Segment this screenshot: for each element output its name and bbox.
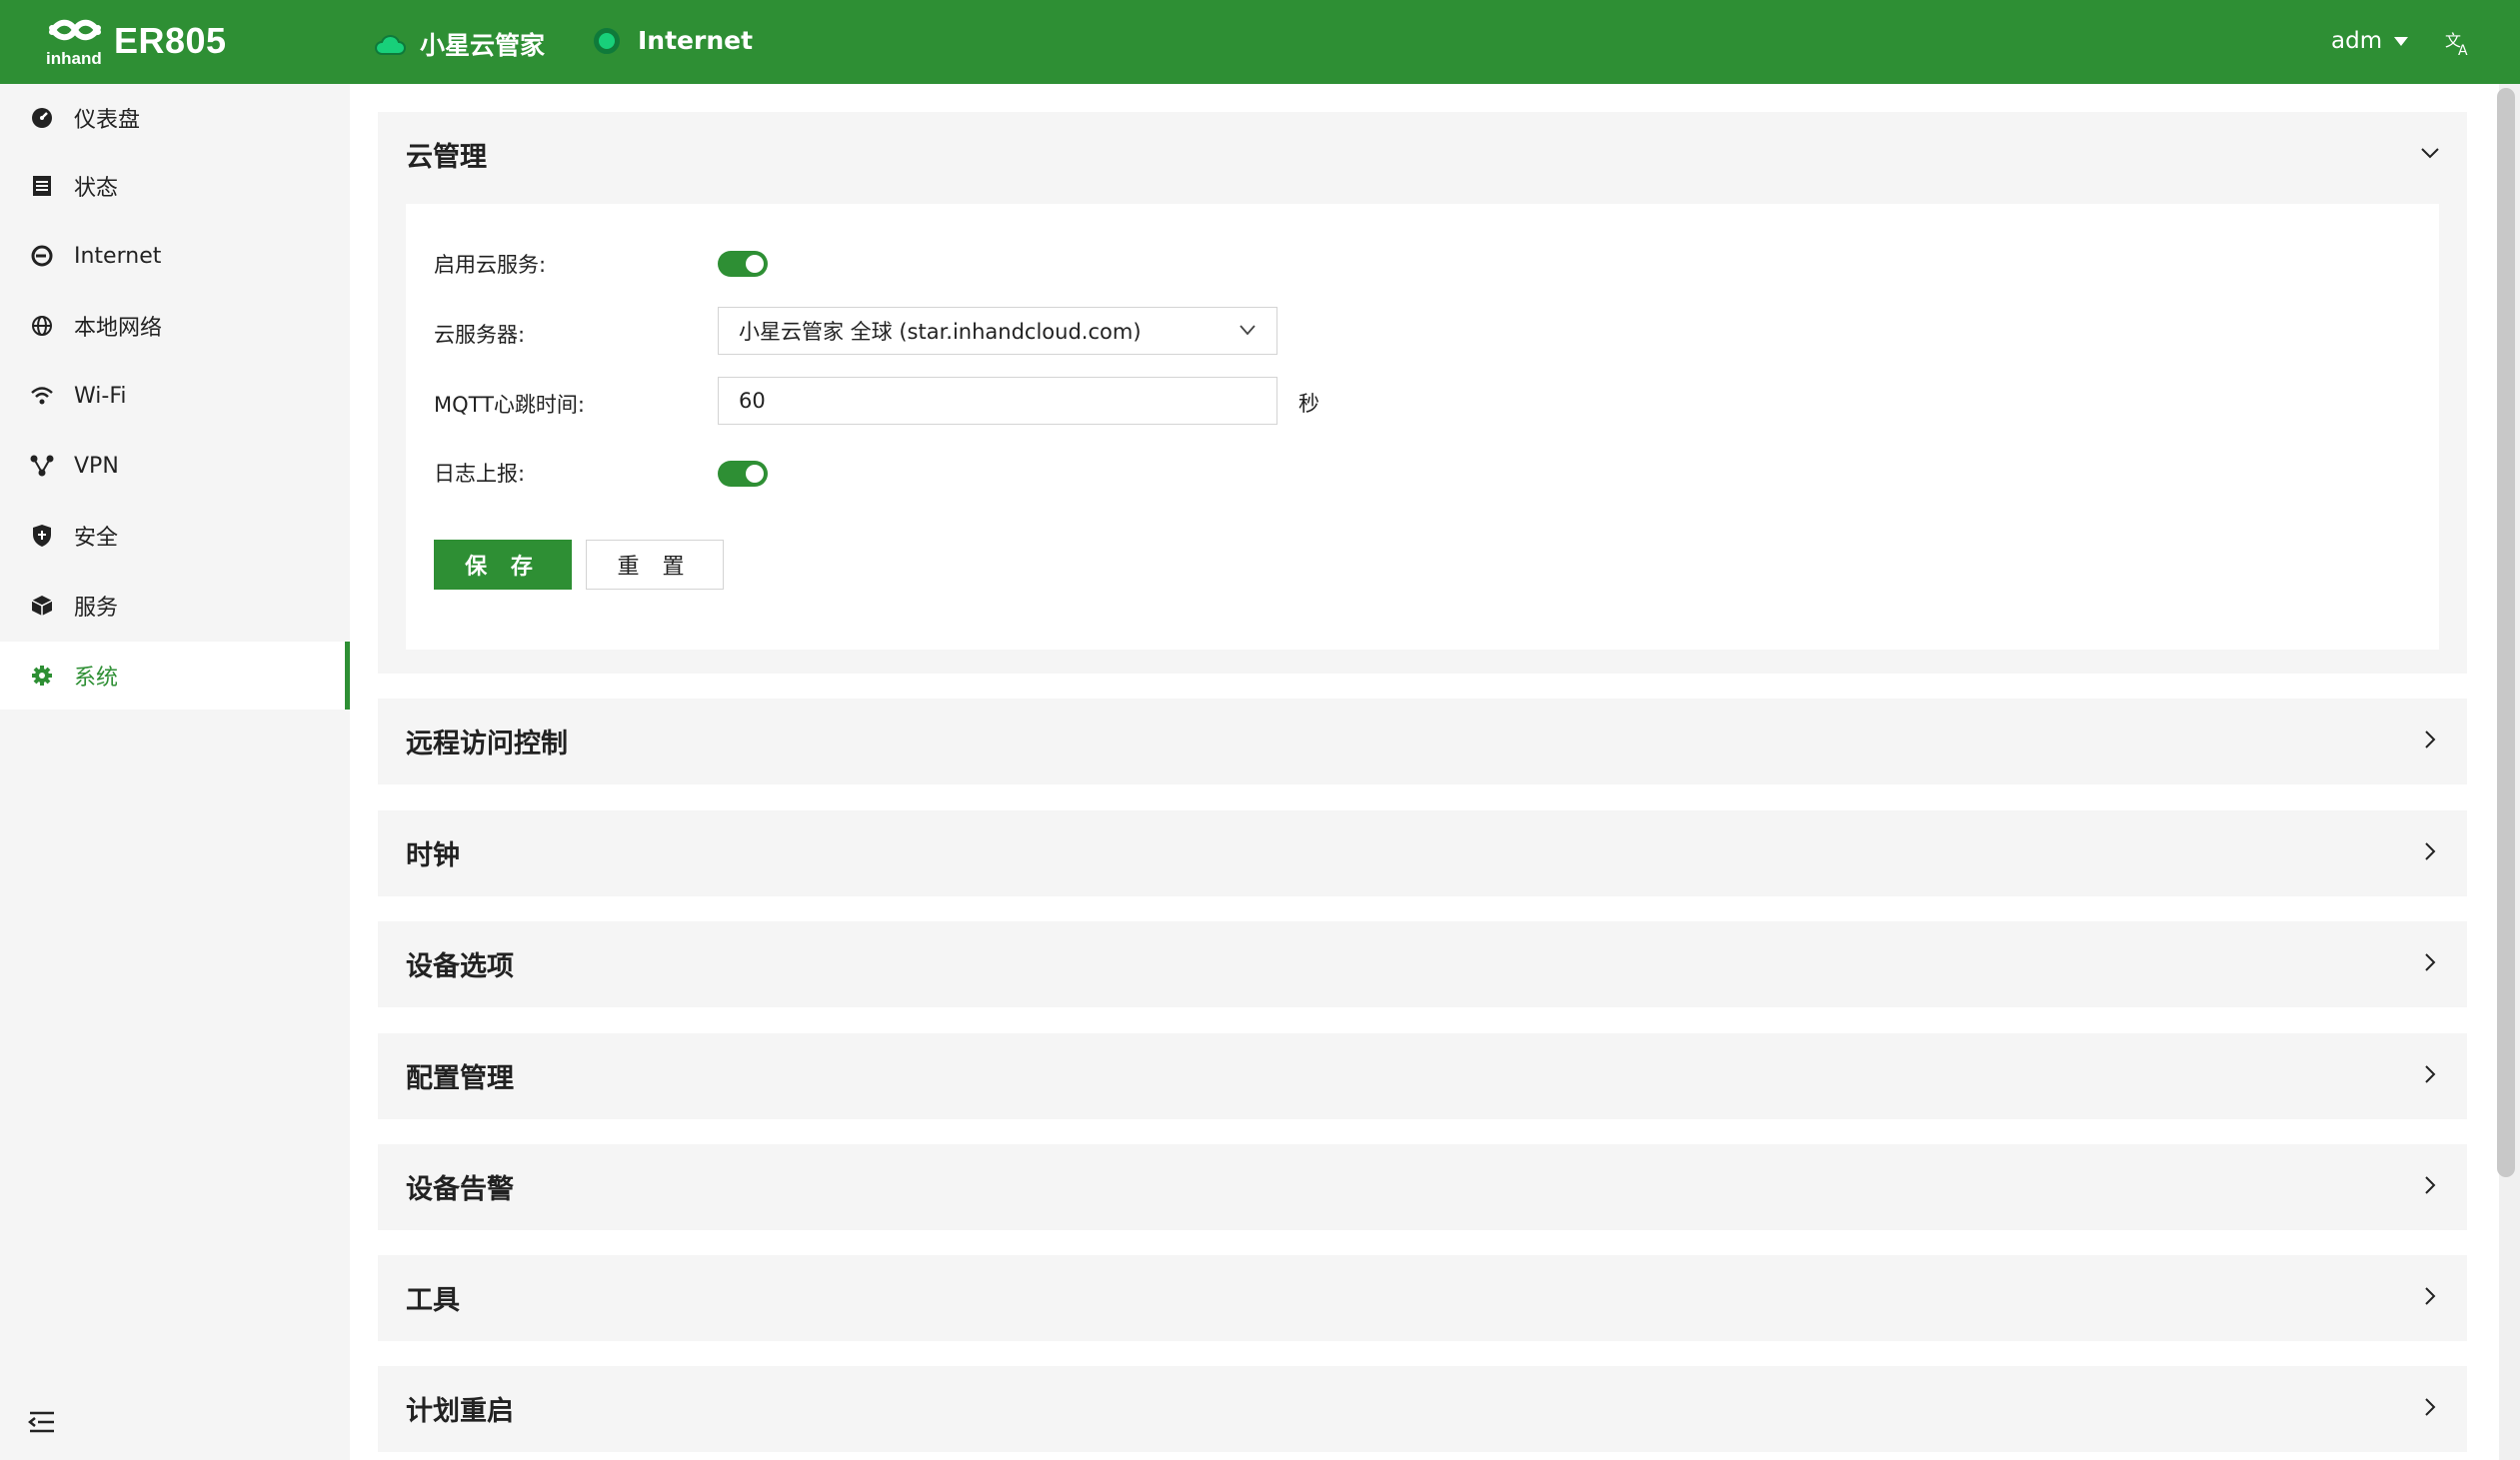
panel-title: 时钟 <box>406 839 460 871</box>
mqtt-unit: 秒 <box>1298 392 1319 416</box>
caret-down-icon <box>2394 36 2409 46</box>
chevron-right-icon <box>2425 1065 2436 1083</box>
chevron-right-icon <box>2425 1287 2436 1305</box>
gear-icon <box>30 664 54 688</box>
cloud-form: 启用云服务: 云服务器: 小星云管家 全球 (star.inhandcloud.… <box>406 204 2439 650</box>
brand-wordmark: inhand <box>46 49 102 68</box>
globe-icon <box>30 314 54 338</box>
sidebar-item-status[interactable]: 状态 <box>0 152 350 220</box>
sidebar-item-internet[interactable]: Internet <box>0 222 350 290</box>
sidebar-item-label: 安全 <box>74 526 119 551</box>
sidebar-item-vpn[interactable]: VPN <box>0 432 350 500</box>
mqtt-heartbeat-input[interactable] <box>718 377 1277 425</box>
sidebar-item-local-network[interactable]: 本地网络 <box>0 292 350 360</box>
cloud-status[interactable]: 小星云管家 <box>374 26 545 62</box>
sidebar-item-wifi[interactable]: Wi-Fi <box>0 362 350 430</box>
log-report-toggle[interactable] <box>718 461 768 487</box>
panel-title: 云管理 <box>406 141 487 173</box>
cloud-icon <box>375 35 406 55</box>
panel-device-options[interactable]: 设备选项 <box>378 921 2467 1007</box>
panel-title: 设备告警 <box>406 1173 514 1205</box>
panel-header[interactable]: 计划重启 <box>378 1366 2467 1450</box>
chevron-down-icon <box>2421 148 2439 159</box>
log-report-label: 日志上报: <box>434 462 526 486</box>
panel-title: 工具 <box>406 1284 460 1316</box>
cloud-server-label: 云服务器: <box>434 323 526 347</box>
chevron-right-icon <box>2425 730 2436 748</box>
model-name: ER805 <box>114 20 227 61</box>
internet-status[interactable]: Internet <box>594 26 753 55</box>
cloud-status-label: 小星云管家 <box>420 31 546 60</box>
sidebar-item-label: 系统 <box>74 666 119 691</box>
chevron-right-icon <box>2425 1398 2436 1416</box>
user-name: adm <box>2331 28 2383 54</box>
vertical-scrollbar[interactable] <box>2497 88 2515 1177</box>
enable-cloud-label: 启用云服务: <box>434 253 547 277</box>
user-menu[interactable]: adm <box>2331 28 2409 54</box>
chevron-right-icon <box>2425 1176 2436 1194</box>
panel-title: 设备选项 <box>406 950 514 982</box>
panel-header[interactable]: 设备告警 <box>378 1144 2467 1228</box>
sidebar-item-system[interactable]: 系统 <box>0 642 350 710</box>
panel-header[interactable]: 设备选项 <box>378 921 2467 1005</box>
online-dot-icon <box>594 27 620 54</box>
vpn-icon <box>30 454 54 478</box>
panel-cloud-management: 云管理 启用云服务: 云服务器: 小星云管家 全球 (star.inhandcl… <box>378 112 2467 674</box>
chevron-right-icon <box>2425 953 2436 971</box>
save-button[interactable]: 保 存 <box>434 540 572 590</box>
panel-title: 远程访问控制 <box>406 728 568 759</box>
collapse-menu-icon[interactable] <box>28 1410 56 1434</box>
sidebar-item-label: 仪表盘 <box>74 108 141 133</box>
panel-device-alarm[interactable]: 设备告警 <box>378 1144 2467 1230</box>
panel-config-management[interactable]: 配置管理 <box>378 1033 2467 1119</box>
language-icon[interactable]: 文 A <box>2445 30 2473 56</box>
panel-scheduled-reboot[interactable]: 计划重启 <box>378 1366 2467 1452</box>
svg-text:A: A <box>2458 43 2468 56</box>
panel-tools[interactable]: 工具 <box>378 1255 2467 1341</box>
sidebar-item-label: VPN <box>74 453 119 479</box>
mqtt-heartbeat-label: MQTT心跳时间: <box>434 393 586 417</box>
panel-header[interactable]: 工具 <box>378 1255 2467 1339</box>
internet-status-label: Internet <box>638 26 754 55</box>
sidebar-item-label: 本地网络 <box>74 316 163 341</box>
sidebar-item-label: Internet <box>74 243 162 269</box>
internet-icon <box>30 244 54 268</box>
sidebar-item-dashboard[interactable]: 仪表盘 <box>0 84 350 152</box>
sidebar-item-services[interactable]: 服务 <box>0 572 350 640</box>
panel-header[interactable]: 远程访问控制 <box>378 699 2467 782</box>
sidebar-item-label: 服务 <box>74 596 119 621</box>
status-list-icon <box>30 174 54 198</box>
sidebar <box>0 84 350 1460</box>
panel-header-cloud[interactable]: 云管理 <box>378 112 2467 196</box>
sidebar-item-security[interactable]: 安全 <box>0 502 350 570</box>
panel-header[interactable]: 配置管理 <box>378 1033 2467 1117</box>
chevron-down-icon <box>1240 325 1256 336</box>
chevron-right-icon <box>2425 842 2436 860</box>
cloud-server-select[interactable]: 小星云管家 全球 (star.inhandcloud.com) <box>718 307 1277 355</box>
sidebar-item-label: 状态 <box>74 176 119 201</box>
sidebar-item-label: Wi-Fi <box>74 383 127 409</box>
cloud-server-value: 小星云管家 全球 (star.inhandcloud.com) <box>739 320 1142 344</box>
dashboard-icon <box>30 106 54 130</box>
enable-cloud-toggle[interactable] <box>718 251 768 277</box>
shield-icon <box>30 524 54 548</box>
reset-button[interactable]: 重 置 <box>586 540 724 590</box>
wifi-icon <box>30 384 54 408</box>
inhand-logo-icon: inhand <box>44 14 106 68</box>
panel-title: 配置管理 <box>406 1062 514 1094</box>
panel-clock[interactable]: 时钟 <box>378 810 2467 896</box>
brand-logo[interactable]: inhand ER805 <box>44 14 227 68</box>
box-icon <box>30 594 54 618</box>
panel-remote-access[interactable]: 远程访问控制 <box>378 699 2467 784</box>
panel-header[interactable]: 时钟 <box>378 810 2467 894</box>
top-header: inhand ER805 小星云管家 Internet adm 文 A <box>0 0 2520 84</box>
panel-title: 计划重启 <box>406 1395 514 1427</box>
